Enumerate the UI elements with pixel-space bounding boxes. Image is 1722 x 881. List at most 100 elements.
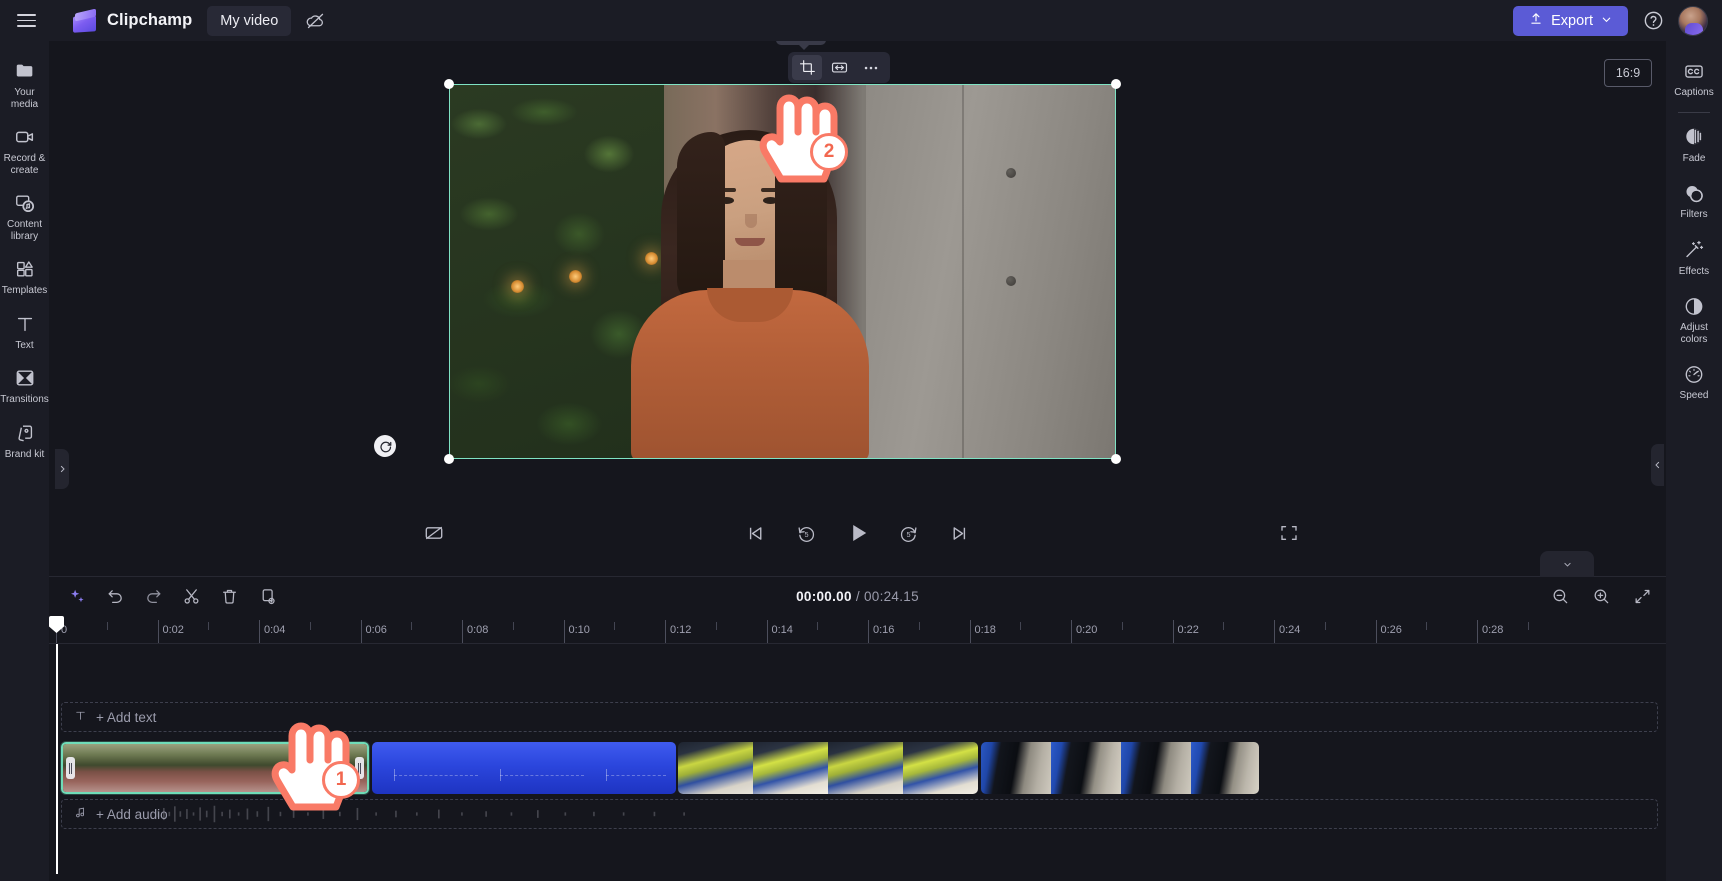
timeline-ruler[interactable]: 0 0:02 0:04 0:06 0:08 0:10 0:12 0:14 0:16 0:18 0:2… xyxy=(49,616,1666,644)
svg-text:5: 5 xyxy=(804,530,808,539)
sidebar-item-templates[interactable]: Templates xyxy=(0,249,49,304)
rotate-handle[interactable] xyxy=(374,435,396,457)
ruler-tick-label: 0:20 xyxy=(1076,624,1098,636)
ruler-tick-minor xyxy=(1223,622,1225,630)
ruler-tick-label: 0:26 xyxy=(1380,624,1402,636)
background-wall xyxy=(866,84,1116,459)
sidebar-label: Adjust colors xyxy=(1680,322,1708,345)
fullscreen-button[interactable] xyxy=(1272,516,1306,550)
zoom-in-button[interactable] xyxy=(1587,583,1615,611)
sidebar-label: Speed xyxy=(1679,390,1709,401)
lamp-light xyxy=(511,280,524,293)
ruler-tick-label: 0:08 xyxy=(467,624,489,636)
crop-handle-top-left[interactable] xyxy=(444,79,454,89)
sidebar-item-content-library[interactable]: Content library xyxy=(0,183,49,249)
undo-button[interactable] xyxy=(101,583,129,611)
timeline-collapse-button[interactable] xyxy=(1540,551,1594,577)
timeline-clip-3[interactable] xyxy=(678,742,978,794)
sidebar-item-adjust-colors[interactable]: Adjust colors xyxy=(1666,285,1722,353)
export-button[interactable]: Export xyxy=(1513,5,1628,36)
project-name-field[interactable]: My video xyxy=(207,5,292,36)
ai-suggestions-button[interactable] xyxy=(63,583,91,611)
preview-area: 16:9 Crop xyxy=(49,22,1666,576)
sidebar-item-record-create[interactable]: Record & create xyxy=(0,117,49,183)
text-t-icon xyxy=(14,313,36,335)
fit-to-screen-button[interactable] xyxy=(1628,583,1656,611)
annotation-badge-2: 2 xyxy=(810,133,848,171)
sidebar-expand-button[interactable] xyxy=(55,449,69,489)
hamburger-menu-icon[interactable] xyxy=(0,0,52,41)
playhead[interactable] xyxy=(49,616,64,874)
ruler-tick-minor xyxy=(106,622,108,630)
ruler-tick-minor xyxy=(411,622,413,630)
right-sidebar: Captions Fade Filters Effects Adjust col… xyxy=(1666,41,1722,881)
timeline-clip-2[interactable] xyxy=(372,742,676,794)
ruler-tick-minor xyxy=(1426,622,1428,630)
sidebar-item-transitions[interactable]: Transitions xyxy=(0,358,49,413)
sidebar-item-effects[interactable]: Effects xyxy=(1666,229,1722,286)
help-icon[interactable] xyxy=(1640,8,1666,34)
clip-trim-handle-left[interactable] xyxy=(66,757,75,779)
annotation-hand-1: 1 xyxy=(262,703,360,815)
ruler-tick-major xyxy=(1477,620,1478,643)
preview-panel-collapse-button[interactable] xyxy=(1651,444,1664,486)
ruler-tick-major xyxy=(1274,620,1275,643)
captions-toggle-button[interactable] xyxy=(417,516,451,550)
sidebar-label: Transitions xyxy=(0,394,49,405)
fade-icon xyxy=(1683,126,1705,148)
sidebar-item-your-media[interactable]: Your media xyxy=(0,51,49,117)
duplicate-button[interactable] xyxy=(253,583,281,611)
time-display: 00:00.00 / 00:24.15 xyxy=(796,589,919,604)
annotation-hand-2: 2 xyxy=(750,75,848,187)
ruler-tick-minor xyxy=(1020,622,1022,630)
sidebar-label: Your media xyxy=(10,87,39,110)
cloud-off-icon[interactable] xyxy=(300,6,330,36)
zoom-out-button[interactable] xyxy=(1546,583,1574,611)
ruler-tick-major xyxy=(969,620,971,643)
forward-5s-button[interactable]: 5 xyxy=(892,516,926,550)
ruler-tick-label: 0:14 xyxy=(771,624,793,636)
sidebar-label: Record & create xyxy=(3,153,46,176)
delete-button[interactable] xyxy=(215,583,243,611)
more-options-button[interactable] xyxy=(856,55,886,80)
play-button[interactable] xyxy=(841,516,875,550)
ruler-tick-label: 0:24 xyxy=(1279,624,1301,636)
ruler-tick-label: 0:12 xyxy=(670,624,692,636)
sidebar-item-captions[interactable]: Captions xyxy=(1666,50,1722,107)
sidebar-label: Content library xyxy=(6,219,43,242)
sidebar-item-speed[interactable]: Speed xyxy=(1666,353,1722,410)
redo-button[interactable] xyxy=(139,583,167,611)
sidebar-label: Text xyxy=(15,339,34,351)
split-button[interactable] xyxy=(177,583,205,611)
export-label: Export xyxy=(1551,12,1593,29)
sidebar-item-brand-kit[interactable]: Brand kit xyxy=(0,413,49,468)
ruler-tick-major xyxy=(665,620,666,643)
sidebar-item-filters[interactable]: Filters xyxy=(1666,172,1722,229)
sidebar-label: Brand kit xyxy=(4,448,45,460)
skip-to-end-button[interactable] xyxy=(943,516,977,550)
ruler-tick-minor xyxy=(512,622,514,630)
ruler-tick-minor xyxy=(1527,622,1529,630)
clipchamp-logo-icon xyxy=(72,8,98,33)
effects-wand-icon xyxy=(1683,239,1705,261)
total-time: / 00:24.15 xyxy=(855,589,919,604)
aspect-ratio-badge[interactable]: 16:9 xyxy=(1604,59,1652,87)
closed-caption-icon xyxy=(1683,60,1705,82)
timeline-clip-4[interactable] xyxy=(981,742,1259,794)
crop-handle-bottom-right[interactable] xyxy=(1111,454,1121,464)
ruler-tick-label: 0:16 xyxy=(873,624,895,636)
sidebar-label: Effects xyxy=(1678,265,1710,277)
crop-handle-top-right[interactable] xyxy=(1111,79,1121,89)
ruler-tick-label: 0:04 xyxy=(264,624,286,636)
ruler-tick-major xyxy=(1375,620,1377,643)
sidebar-item-fade[interactable]: Fade xyxy=(1666,116,1722,173)
ruler-tick-major xyxy=(1172,620,1174,643)
skip-to-start-button[interactable] xyxy=(739,516,773,550)
timeline-toolbar: 00:00.00 / 00:24.15 xyxy=(49,577,1666,616)
sidebar-item-text[interactable]: Text xyxy=(0,304,49,359)
divider xyxy=(1678,111,1710,113)
user-avatar[interactable] xyxy=(1678,5,1708,36)
rewind-5s-button[interactable]: 5 xyxy=(790,516,824,550)
crop-handle-bottom-left[interactable] xyxy=(444,454,454,464)
clip-thumbnail-strip xyxy=(678,742,978,794)
